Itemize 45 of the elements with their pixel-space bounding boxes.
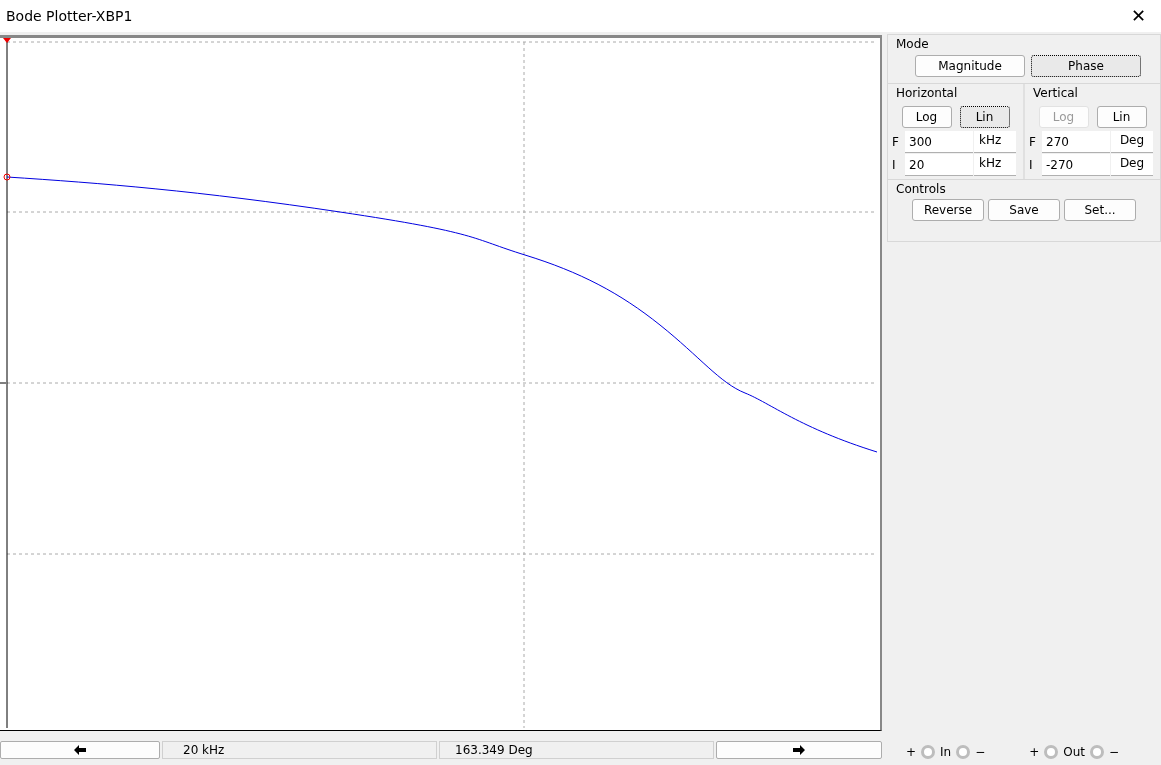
cursor-marker-icon[interactable] <box>3 38 11 43</box>
section-label: Mode <box>895 36 930 51</box>
terminal-icon[interactable] <box>956 745 971 759</box>
cursor-point-icon <box>3 173 11 181</box>
unit-field[interactable]: Deg <box>1111 154 1153 176</box>
right-arrow-icon <box>793 745 805 755</box>
section-label: Horizontal <box>895 85 959 100</box>
mode-button[interactable]: Phase <box>1031 55 1141 77</box>
terminal-icon[interactable] <box>921 745 935 759</box>
field-prefix: F <box>1029 135 1037 149</box>
scale-button[interactable]: Lin <box>959 106 1010 128</box>
terminal-label: Out <box>1063 745 1085 759</box>
field-prefix: F <box>892 135 900 149</box>
terminal-icon[interactable] <box>1044 745 1059 759</box>
left-arrow-icon <box>74 745 86 755</box>
scale-button[interactable]: Log <box>901 106 952 128</box>
close-button[interactable]: ✕ <box>1121 2 1155 30</box>
control-button[interactable]: Reverse <box>912 199 984 221</box>
value-field[interactable]: 20 <box>905 154 973 176</box>
value-field[interactable]: -270 <box>1042 154 1110 176</box>
value-field[interactable]: 300 <box>905 131 973 153</box>
plus-sign: + <box>1029 745 1040 759</box>
section-label: Vertical <box>1032 85 1079 100</box>
cursor-right-button[interactable] <box>716 741 882 759</box>
terminal-label: In <box>940 745 952 759</box>
minus-sign: − <box>1108 745 1120 759</box>
scale-button[interactable]: Lin <box>1096 106 1147 128</box>
unit-field[interactable]: kHz <box>974 131 1016 153</box>
control-button[interactable]: Set... <box>1064 199 1136 221</box>
value-readout: 163.349 Deg <box>439 741 714 759</box>
section-label: Controls <box>895 181 947 196</box>
tick-mark <box>0 382 7 384</box>
control-button[interactable]: Save <box>988 199 1060 221</box>
field-prefix: I <box>892 158 897 172</box>
unit-field[interactable]: Deg <box>1111 131 1153 153</box>
terminal-icon[interactable] <box>1089 745 1104 759</box>
value-field[interactable]: 270 <box>1042 131 1110 153</box>
minus-sign: − <box>975 745 986 759</box>
field-prefix: I <box>1029 158 1034 172</box>
unit-field[interactable]: kHz <box>974 154 1016 176</box>
cursor-left-button[interactable] <box>0 741 160 759</box>
window-title: Bode Plotter-XBP1 <box>6 8 133 24</box>
mode-button[interactable]: Magnitude <box>915 55 1025 77</box>
plus-sign: + <box>905 745 916 759</box>
frequency-readout: 20 kHz <box>162 741 437 759</box>
